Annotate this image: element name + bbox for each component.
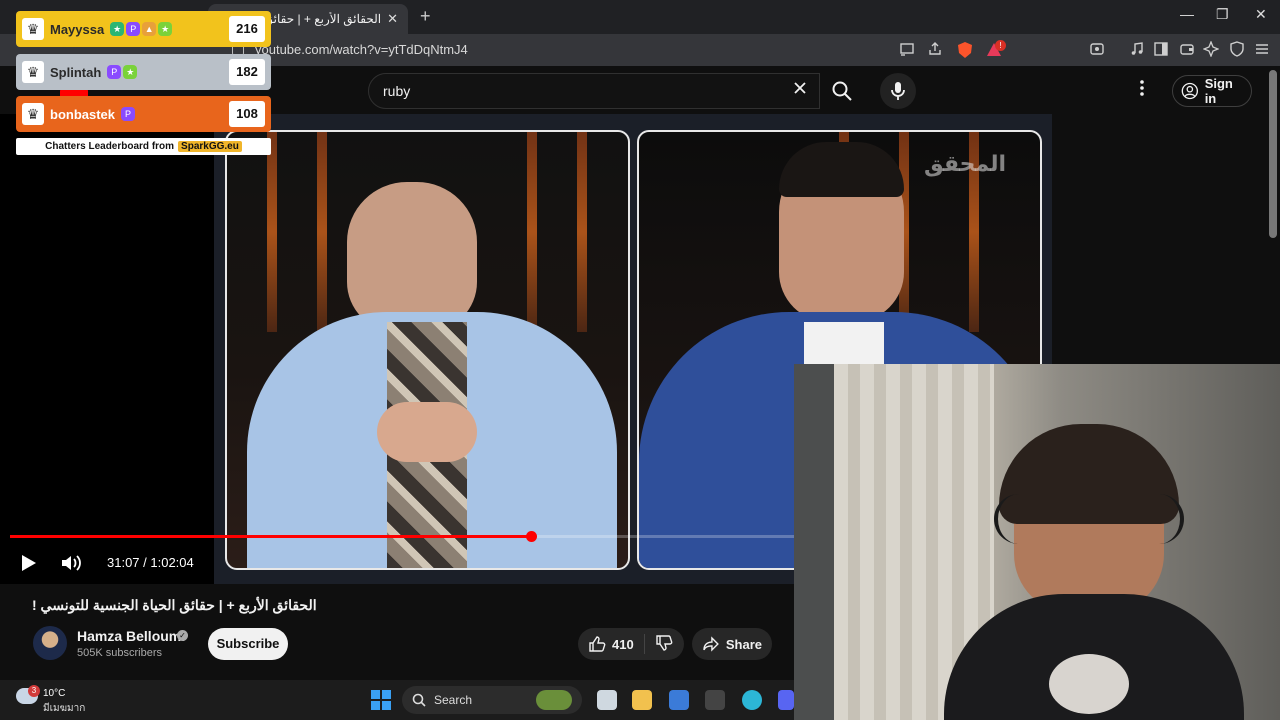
- sign-in-button[interactable]: Sign in: [1172, 75, 1252, 107]
- task-view-icon[interactable]: [597, 690, 617, 710]
- taskbar-search[interactable]: Search: [402, 686, 582, 714]
- search-highlight-icon: [536, 690, 572, 710]
- search-icon: [832, 81, 852, 101]
- music-icon[interactable]: [1128, 41, 1146, 59]
- share-button[interactable]: Share: [692, 628, 772, 660]
- maximize-button[interactable]: ❐: [1216, 6, 1229, 23]
- channel-name[interactable]: Hamza Belloumi: [77, 628, 185, 644]
- time-display: 31:07 / 1:02:04: [107, 555, 194, 570]
- sign-in-label: Sign in: [1204, 76, 1233, 106]
- guest-hands: [377, 402, 477, 462]
- edge-icon[interactable]: [742, 690, 762, 710]
- channel-watermark: المحقق: [924, 152, 1007, 177]
- windows-start-icon[interactable]: [371, 690, 391, 710]
- microphone-icon: [891, 82, 905, 100]
- leo-ai-icon[interactable]: [1202, 40, 1220, 59]
- play-button[interactable]: [18, 553, 38, 578]
- video-title: الحقائق الأربع + | حقائق الحياة الجنسية …: [32, 597, 317, 613]
- search-input[interactable]: ruby: [368, 73, 820, 109]
- webcam-window-frame: [794, 364, 834, 720]
- tab-close-icon[interactable]: ✕: [387, 11, 398, 27]
- like-dislike-group: 410: [578, 628, 684, 660]
- leaderboard-score: 182: [229, 59, 265, 85]
- new-tab-button[interactable]: +: [420, 6, 431, 27]
- play-icon: [22, 555, 36, 571]
- thumbs-up-icon: [589, 636, 606, 652]
- badge-icon: ▲: [142, 22, 157, 36]
- leaderboard-name: Splintah: [50, 64, 102, 80]
- leaderboard-footer-text: Chatters Leaderboard from: [45, 141, 175, 152]
- crown-icon: ♛: [22, 61, 44, 83]
- voice-search-button[interactable]: [880, 73, 916, 109]
- badge-icon: ★: [123, 65, 138, 79]
- badge-group: P: [121, 107, 136, 121]
- like-button[interactable]: 410: [588, 635, 634, 653]
- badge-group: P ★: [107, 65, 138, 79]
- menu-icon[interactable]: [1253, 41, 1271, 59]
- crown-icon: ♛: [22, 103, 44, 125]
- weather-condition: มีเมฆมาก: [43, 703, 86, 714]
- share-page-icon[interactable]: [926, 41, 944, 59]
- video-panel-left: [225, 130, 630, 570]
- url-field[interactable]: youtube.com/watch?v=ytTdDqNtmJ4: [255, 42, 468, 57]
- store-icon[interactable]: [669, 690, 689, 710]
- badge-icon: ★: [158, 22, 173, 36]
- search-icon: [412, 693, 426, 707]
- search-button[interactable]: [820, 73, 864, 109]
- sidebar-icon[interactable]: [1152, 41, 1170, 59]
- screenshot-icon[interactable]: [1088, 41, 1106, 59]
- verified-icon: ✓: [177, 630, 188, 641]
- share-label: Share: [725, 636, 762, 652]
- leaderboard-row-2: ♛ Splintah P ★ 182: [16, 54, 271, 90]
- dislike-button[interactable]: [655, 634, 673, 655]
- page-scrollbar[interactable]: [1269, 70, 1277, 238]
- badge-group: ★ P ▲ ★: [110, 22, 173, 36]
- leaderboard-score: 108: [229, 101, 265, 127]
- headphones-icon: [994, 494, 1184, 544]
- host-hair: [779, 142, 904, 197]
- crown-icon: ♛: [22, 18, 44, 40]
- taskbar-search-label: Search: [434, 693, 473, 707]
- account-icon: [1181, 82, 1199, 100]
- wallet-icon[interactable]: [1178, 41, 1196, 59]
- leaderboard-brand: SparkGG.eu: [178, 141, 242, 152]
- more-options-icon[interactable]: [1140, 80, 1144, 101]
- subscribe-button[interactable]: Subscribe: [208, 628, 288, 660]
- badge-icon: P: [107, 65, 122, 79]
- weather-badge: 3: [28, 685, 40, 697]
- share-icon: [703, 636, 719, 652]
- temperature: 10°C: [43, 688, 66, 699]
- badge-icon: P: [126, 22, 141, 36]
- subscriber-count: 505K subscribers: [77, 647, 162, 659]
- leaderboard-score: 216: [229, 16, 265, 42]
- volume-icon: [62, 555, 81, 571]
- like-count: 410: [612, 636, 634, 652]
- cast-icon[interactable]: [898, 41, 916, 59]
- minimize-button[interactable]: —: [1180, 6, 1194, 22]
- webcam-overlay: [794, 364, 1280, 720]
- leaderboard-footer: Chatters Leaderboard from SparkGG.eu: [16, 138, 271, 155]
- leaderboard-name: bonbastek: [50, 106, 116, 122]
- close-window-button[interactable]: ✕: [1255, 6, 1267, 23]
- badge-icon: ★: [110, 22, 125, 36]
- progress-bar-fill: [10, 535, 532, 538]
- clear-search-icon[interactable]: [792, 80, 808, 101]
- channel-avatar[interactable]: [33, 626, 67, 660]
- file-explorer-icon[interactable]: [632, 690, 652, 710]
- thumbs-down-icon: [656, 634, 673, 651]
- leaderboard-row-1: ♛ Mayyssa ★ P ▲ ★ 216: [16, 11, 271, 47]
- progress-scrubber[interactable]: [526, 531, 538, 542]
- leaderboard-row-3: ♛ bonbastek P 108: [16, 96, 271, 132]
- badge-icon: P: [121, 107, 136, 121]
- rewards-badge: !: [995, 40, 1006, 51]
- guest-head: [347, 182, 477, 332]
- vpn-icon[interactable]: [1228, 41, 1246, 59]
- discord-icon[interactable]: [778, 690, 794, 710]
- volume-button[interactable]: [60, 553, 82, 578]
- shirt-graphic: [1049, 654, 1129, 714]
- leaderboard-name: Mayyssa: [50, 21, 105, 37]
- app-icon[interactable]: [705, 690, 725, 710]
- brave-shields-icon[interactable]: [956, 41, 974, 59]
